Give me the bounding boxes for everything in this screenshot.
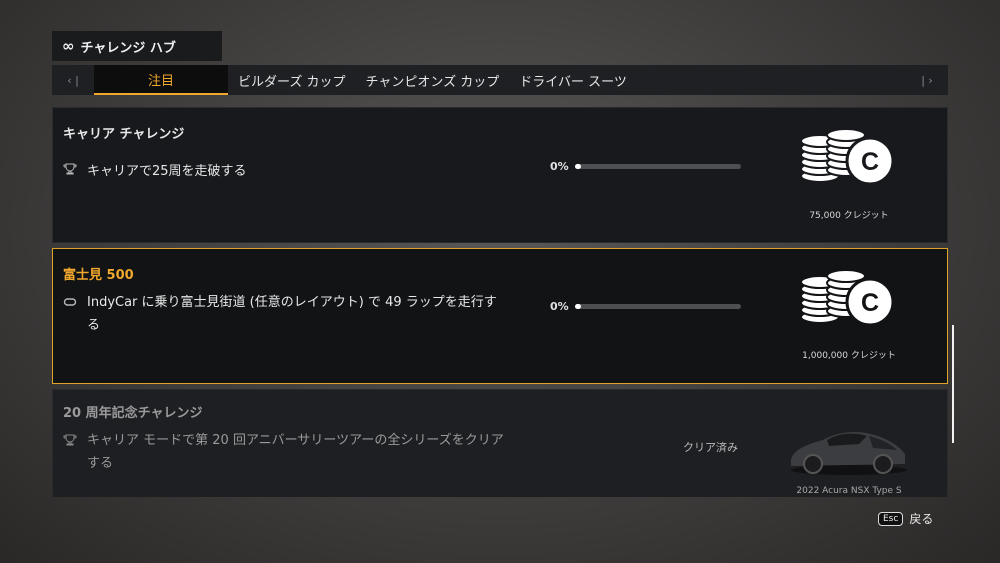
credits-icon: C [800,128,894,186]
task-text-line2: る [87,318,101,333]
challenge-task: キャリアで25周を走破する [63,160,247,184]
challenge-list: キャリア チャレンジ キャリアで25周を走破する 0% C 75,000 クレジ… [52,107,948,497]
scrollbar[interactable] [952,325,954,443]
task-text-line1: IndyCar に乗り富士見街道 (任意のレイアウト) で 49 ラップを走行す [87,295,497,310]
challenge-title: 20 周年記念チャレンジ [63,406,203,421]
track-icon [63,291,79,317]
infinity-icon: ∞ [62,37,74,55]
progress-percent: 0% [550,160,569,173]
tab-bar: ‹ | 注目 ビルダーズ カップ チャンピオンズ カップ ドライバー スーツ |… [52,65,948,95]
reward-label: 2022 Acura NSX Type S [796,486,902,496]
tab-prev-button[interactable]: ‹ | [52,74,94,87]
progress-bar-fill [575,164,581,169]
progress-percent: 0% [550,300,569,313]
task-text-line2: する [87,456,114,471]
challenge-title: 富士見 500 [63,268,134,283]
back-label: 戻る [909,512,934,526]
back-button[interactable]: Esc 戻る [878,510,933,527]
tab-champions-cup[interactable]: チャンピオンズ カップ [355,65,509,95]
challenge-title: キャリア チャレンジ [63,127,185,142]
progress-bar [575,164,741,169]
challenge-card-fujimi[interactable]: 富士見 500 IndyCar に乗り富士見街道 (任意のレイアウト) で 49… [52,248,948,384]
reward-label: 1,000,000 クレジット [802,351,896,361]
challenge-task: キャリア モードで第 20 回アニバーサリーツアーの全シリーズをクリア する [63,429,504,475]
task-text: キャリアで25周を走破する [87,164,247,179]
esc-key-icon: Esc [878,511,904,526]
tab-featured[interactable]: 注目 [94,65,228,95]
progress-bar [575,304,741,309]
page-title: チャレンジ ハブ [80,40,176,56]
trophy-icon [63,429,79,455]
tab-next-button[interactable]: | › [906,74,948,87]
trophy-icon [63,160,79,184]
reward-label: 75,000 クレジット [809,211,889,221]
challenge-task: IndyCar に乗り富士見街道 (任意のレイアウト) で 49 ラップを走行す… [63,291,497,337]
tab-builders-cup[interactable]: ビルダーズ カップ [228,65,355,95]
svg-text:C: C [861,148,879,176]
hub-title-bar: ∞ チャレンジ ハブ [52,31,222,61]
progress-bar-fill [575,304,581,309]
cleared-status: クリア済み [683,441,738,454]
task-text-line1: キャリア モードで第 20 回アニバーサリーツアーの全シリーズをクリア [87,433,504,448]
credits-icon: C [800,269,894,327]
challenge-card-anniversary[interactable]: 20 周年記念チャレンジ キャリア モードで第 20 回アニバーサリーツアーの全… [52,389,948,497]
tab-driver-suits[interactable]: ドライバー スーツ [509,65,637,95]
challenge-card-career[interactable]: キャリア チャレンジ キャリアで25周を走破する 0% C 75,000 クレジ… [52,107,948,243]
svg-text:C: C [861,289,879,317]
car-icon [791,432,907,475]
